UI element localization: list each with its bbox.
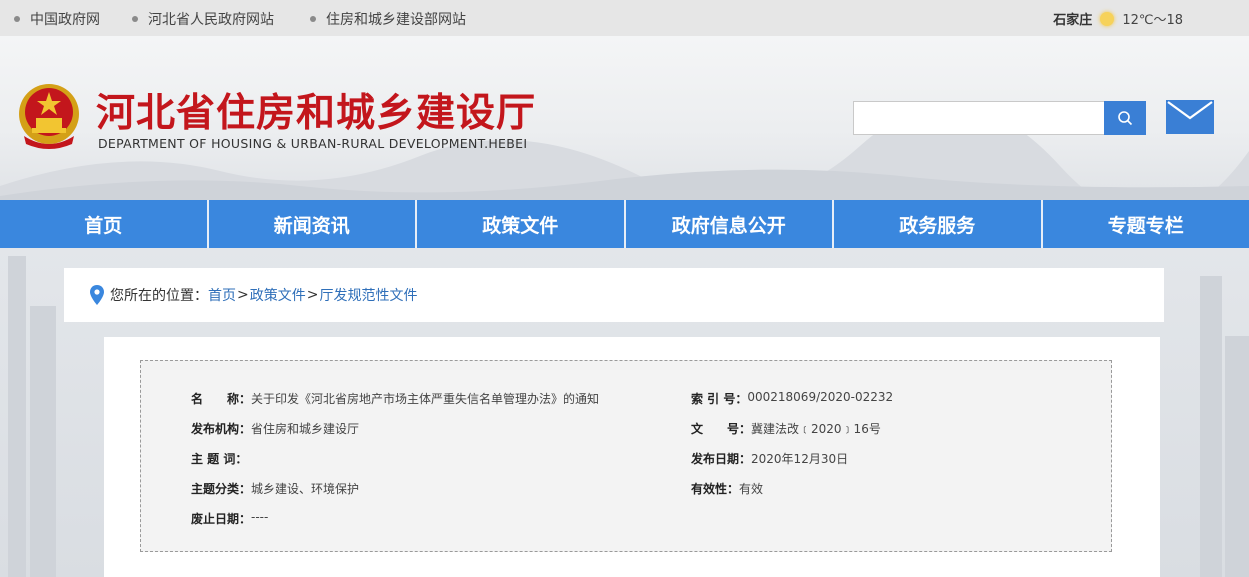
meta-value: 000218069/2020-02232 [747, 390, 894, 404]
meta-value: 2020年12月30日 [751, 452, 849, 466]
breadcrumb-policy[interactable]: 政策文件 [250, 285, 306, 305]
bullet-icon [310, 16, 316, 22]
meta-docno-row: 文 号： 冀建法改﹝2020﹞16号 [691, 420, 881, 437]
meta-repeal-row: 废止日期： ---- [191, 510, 268, 527]
main-nav: 首页 新闻资讯 政策文件 政府信息公开 政务服务 专题专栏 [0, 200, 1249, 248]
nav-item-info-disclosure[interactable]: 政府信息公开 [626, 200, 834, 248]
meta-value: 冀建法改﹝2020﹞16号 [751, 422, 881, 436]
search-button[interactable] [1104, 101, 1146, 135]
meta-publisher-row: 发布机构： 省住房和城乡建设厅 [191, 420, 359, 437]
link-gov-cn[interactable]: 中国政府网 [14, 9, 100, 29]
meta-index-row: 索 引 号： 000218069/2020-02232 [691, 390, 893, 407]
link-hebei-gov[interactable]: 河北省人民政府网站 [132, 9, 274, 29]
meta-value: ---- [251, 510, 269, 524]
weather-temp: 12℃～18 [1122, 13, 1183, 28]
meta-key: 主题分类： [191, 482, 252, 496]
meta-key: 主 题 词： [191, 452, 248, 466]
meta-key: 废止日期： [191, 512, 252, 526]
nav-item-news[interactable]: 新闻资讯 [209, 200, 417, 248]
national-emblem-icon [19, 84, 79, 149]
site-subtitle: DEPARTMENT OF HOUSING & URBAN-RURAL DEVE… [98, 136, 528, 151]
meta-key: 发布日期： [691, 452, 752, 466]
link-hebei-gov-label[interactable]: 河北省人民政府网站 [148, 9, 274, 29]
meta-validity-row: 有效性： 有效 [691, 480, 763, 497]
weather-widget: 石家庄 12℃～18 [1053, 9, 1183, 28]
top-bar: 中国政府网 河北省人民政府网站 住房和城乡建设部网站 石家庄 12℃～18 [0, 0, 1249, 36]
building-silhouette [1225, 336, 1249, 577]
sun-icon [1100, 11, 1115, 26]
site-title: 河北省住房和城乡建设厅 [96, 90, 537, 136]
meta-key: 文 号： [691, 422, 752, 436]
nav-item-topics[interactable]: 专题专栏 [1043, 200, 1249, 248]
meta-date-row: 发布日期： 2020年12月30日 [691, 450, 848, 467]
building-silhouette [30, 306, 56, 577]
meta-subject-row: 主 题 词： [191, 450, 247, 467]
mail-icon [1167, 101, 1213, 120]
link-mohurd-label[interactable]: 住房和城乡建设部网站 [326, 9, 466, 29]
nav-item-home[interactable]: 首页 [0, 200, 209, 248]
bullet-icon [14, 16, 20, 22]
breadcrumb-home[interactable]: 首页 [208, 285, 236, 305]
meta-value: 城乡建设、环境保护 [251, 482, 360, 496]
breadcrumb-separator: > [237, 287, 249, 303]
meta-key: 名 称： [191, 392, 252, 406]
breadcrumb-separator: > [306, 287, 319, 303]
meta-key: 发布机构： [191, 422, 252, 436]
meta-value: 省住房和城乡建设厅 [251, 422, 360, 436]
meta-key: 有效性： [691, 482, 740, 496]
nav-item-policy[interactable]: 政策文件 [417, 200, 626, 248]
weather-city: 石家庄 [1053, 13, 1093, 28]
breadcrumb-current[interactable]: 厅发规范性文件 [319, 285, 417, 305]
location-pin-icon [90, 285, 104, 305]
bullet-icon [132, 16, 138, 22]
search-input[interactable] [853, 101, 1105, 135]
meta-value: 关于印发《河北省房地产市场主体严重失信名单管理办法》的通知 [251, 392, 600, 406]
building-silhouette [1200, 276, 1222, 577]
meta-name-row: 名 称： 关于印发《河北省房地产市场主体严重失信名单管理办法》的通知 [191, 390, 599, 407]
breadcrumb: 您所在的位置： 首页 > 政策文件 > 厅发规范性文件 [64, 268, 1164, 322]
tower-silhouette [8, 256, 26, 577]
meta-value: 有效 [739, 482, 764, 496]
breadcrumb-label: 您所在的位置： [110, 288, 208, 304]
document-metadata: 名 称： 关于印发《河北省房地产市场主体严重失信名单管理办法》的通知 发布机构：… [140, 360, 1112, 552]
search-icon [1118, 111, 1133, 126]
mail-button[interactable] [1166, 100, 1214, 134]
meta-category-row: 主题分类： 城乡建设、环境保护 [191, 480, 359, 497]
nav-item-services[interactable]: 政务服务 [834, 200, 1043, 248]
link-gov-cn-label[interactable]: 中国政府网 [30, 9, 100, 29]
meta-key: 索 引 号： [691, 392, 748, 406]
link-mohurd[interactable]: 住房和城乡建设部网站 [310, 9, 466, 29]
